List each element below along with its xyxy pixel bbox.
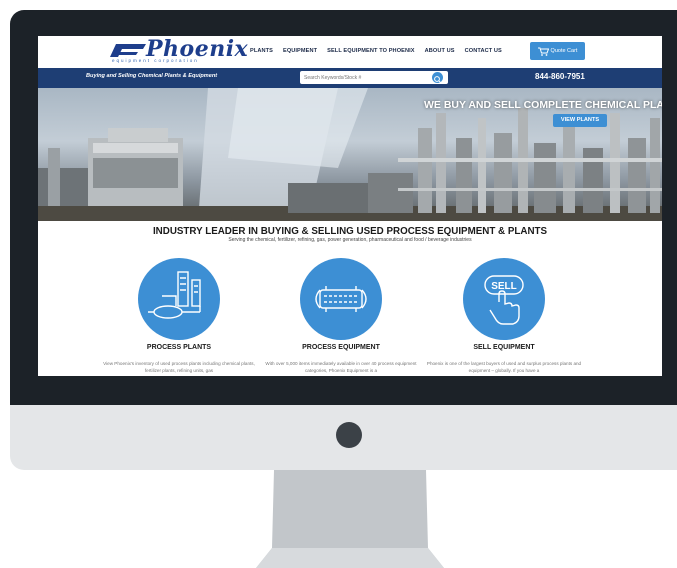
sell-hand-icon: SELL [484,275,524,325]
process-equipment-circle[interactable] [300,258,382,340]
sell-icon-text: SELL [491,281,517,292]
hero-headline: WE BUY AND SELL COMPLETE CHEMICAL PLANTS… [424,99,662,111]
main-nav: PLANTS EQUIPMENT SELL EQUIPMENT TO PHOEN… [250,48,502,54]
monitor-stand [256,470,444,568]
service-title-process-plants[interactable]: PROCESS PLANTS [99,344,259,351]
process-plants-circle[interactable] [138,258,220,340]
site-header: Phoenix equipment corporation PLANTS EQU… [38,36,662,68]
logo-subtitle: equipment corporation [112,58,199,63]
service-title-sell-equipment[interactable]: SELL EQUIPMENT [424,344,584,351]
service-desc-process-equipment: With over 5,000 items immediately availa… [265,361,417,373]
page-subheading: Serving the chemical, fertilizer, refini… [228,237,472,243]
search-box [300,71,448,84]
nav-item-contact-us[interactable]: CONTACT US [465,48,502,54]
nav-item-about-us[interactable]: ABOUT US [425,48,455,54]
quote-cart-label: Quote Cart [550,48,578,54]
site-tagline: Buying and Selling Chemical Plants & Equ… [86,73,218,79]
page-heading: INDUSTRY LEADER IN BUYING & SELLING USED… [152,226,548,237]
process-plant-icon [148,271,201,319]
service-desc-process-plants: View Phoenix's inventory of used process… [103,361,255,373]
service-desc-sell-equipment: Phoenix is one of the largest buyers of … [426,361,582,373]
service-title-process-equipment[interactable]: PROCESS EQUIPMENT [261,344,421,351]
cart-icon [537,47,549,56]
view-plants-button[interactable]: VIEW PLANTS [553,114,607,127]
website-screen: Phoenix equipment corporation PLANTS EQU… [38,36,662,376]
nav-item-plants[interactable]: PLANTS [250,48,273,54]
quote-cart-button[interactable]: Quote Cart [530,42,585,60]
sell-equipment-circle[interactable]: SELL [463,258,545,340]
phoenix-logo-icon [110,44,146,57]
nav-item-sell-equipment[interactable]: SELL EQUIPMENT TO PHOENIX [327,48,414,54]
search-icon [434,76,441,83]
search-button[interactable] [432,72,443,83]
power-button [336,422,362,448]
nav-item-equipment[interactable]: EQUIPMENT [283,48,317,54]
phone-number[interactable]: 844-860-7951 [535,72,585,81]
view-plants-label: VIEW PLANTS [560,117,600,123]
heat-exchanger-icon [315,286,367,312]
search-input[interactable] [304,73,424,82]
